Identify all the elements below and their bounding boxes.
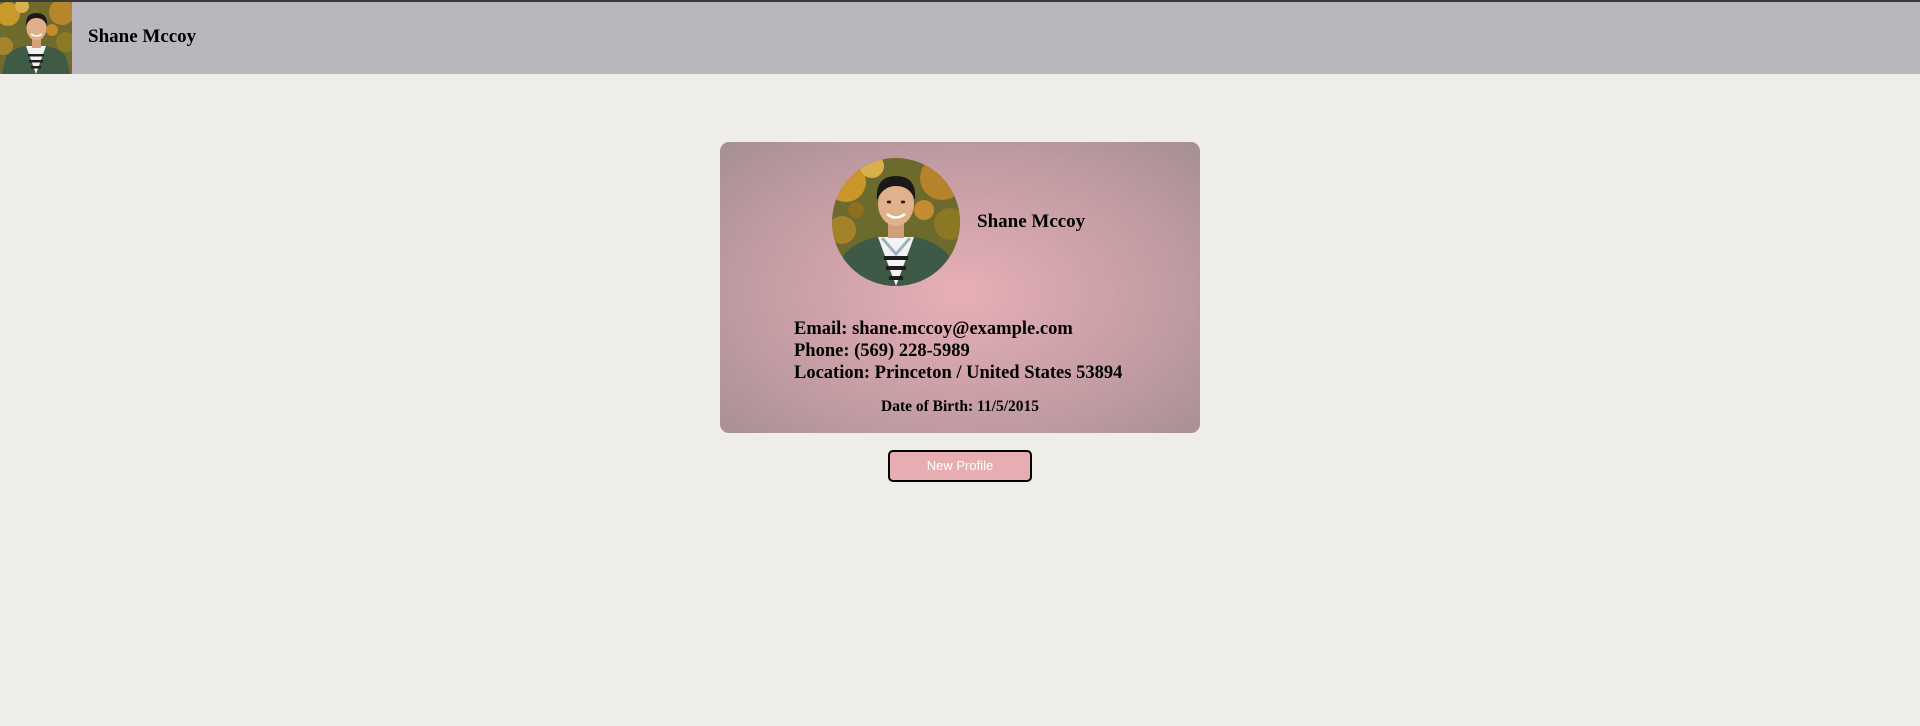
date-of-birth: Date of Birth: 11/5/2015 — [881, 398, 1039, 415]
person-photo-icon — [0, 2, 72, 74]
new-profile-button[interactable]: New Profile — [888, 450, 1032, 482]
phone-line: Phone: (569) 228-5989 — [794, 341, 970, 361]
header-bar: Shane Mccoy — [0, 2, 1920, 74]
location-line: Location: Princeton / United States 5389… — [794, 363, 1123, 383]
header-avatar — [0, 2, 72, 74]
person-photo-icon — [832, 158, 960, 286]
header-user-name: Shane Mccoy — [88, 26, 197, 47]
email-line: Email: shane.mccoy@example.com — [794, 319, 1073, 339]
profile-avatar — [832, 158, 960, 286]
profile-name: Shane Mccoy — [977, 211, 1086, 232]
profile-card: Shane Mccoy Email: shane.mccoy@example.c… — [720, 142, 1200, 433]
contact-info: Email: shane.mccoy@example.com Phone: (5… — [794, 318, 1122, 384]
